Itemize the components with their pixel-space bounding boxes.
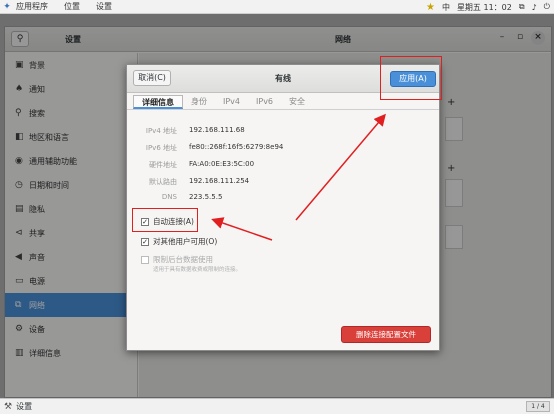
taskbar: ⚒ 设置 1 / 4: [0, 398, 554, 414]
taskbar-item-settings[interactable]: ⚒ 设置: [4, 401, 32, 412]
arrow-to-autoconnect: [211, 217, 273, 241]
arrow-to-apply: [295, 113, 386, 221]
annotation-arrows: [211, 113, 386, 241]
workspace-pager[interactable]: 1 / 4: [526, 401, 550, 412]
settings-app-icon: ⚒: [4, 401, 13, 412]
